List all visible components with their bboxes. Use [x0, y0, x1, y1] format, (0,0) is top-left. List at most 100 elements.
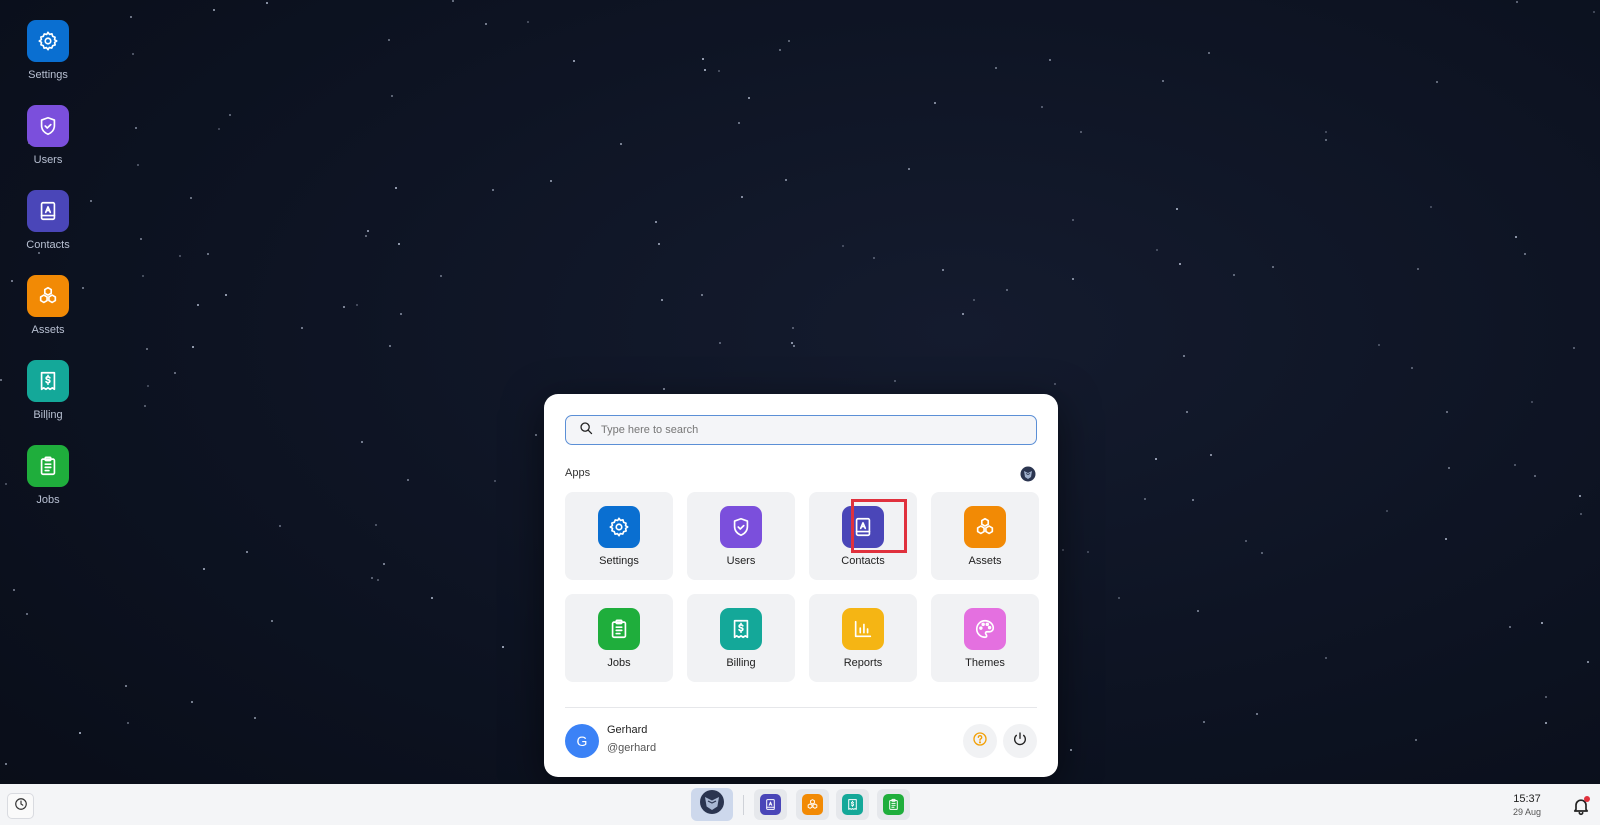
search-input[interactable]	[601, 424, 1021, 436]
star	[388, 39, 390, 41]
star	[702, 58, 704, 60]
shield-check-icon	[720, 506, 762, 548]
search-box[interactable]	[565, 415, 1037, 445]
star	[1446, 411, 1448, 413]
star	[1156, 249, 1158, 251]
star	[1411, 367, 1413, 369]
star	[383, 563, 385, 565]
star	[973, 299, 975, 301]
star	[254, 717, 256, 719]
star	[1197, 610, 1199, 612]
help-button[interactable]	[963, 724, 997, 758]
star	[494, 480, 496, 482]
star	[389, 345, 391, 347]
taskbar-app-billing[interactable]	[836, 789, 869, 820]
star	[527, 21, 529, 23]
contact-book-icon	[27, 190, 69, 232]
desktop-icon-assets[interactable]: Assets	[0, 275, 96, 336]
star	[452, 0, 454, 2]
app-label: Assets	[968, 555, 1002, 567]
star	[371, 577, 373, 579]
star	[343, 306, 345, 308]
avatar[interactable]: G	[565, 724, 599, 758]
desktop-icon-settings[interactable]: Settings	[0, 20, 96, 81]
taskbar-time[interactable]: 15:37	[1500, 793, 1554, 805]
star	[738, 122, 740, 124]
star	[1325, 139, 1327, 141]
power-button[interactable]	[1003, 724, 1037, 758]
clock-button[interactable]	[7, 793, 34, 819]
star	[1386, 510, 1388, 512]
star	[842, 245, 844, 247]
app-label: Reports	[843, 657, 883, 669]
desktop-icon-jobs[interactable]: Jobs	[0, 445, 96, 506]
app-jobs[interactable]: Jobs	[565, 594, 673, 682]
app-contacts[interactable]: Contacts	[809, 492, 917, 580]
app-label: Users	[726, 555, 756, 567]
star	[1210, 454, 1212, 456]
desktop-icon-users[interactable]: Users	[0, 105, 96, 166]
star	[431, 597, 433, 599]
star	[367, 230, 369, 232]
star	[1515, 236, 1517, 238]
star	[1080, 131, 1082, 133]
star	[1208, 52, 1210, 54]
star	[741, 196, 743, 198]
app-billing[interactable]: Billing	[687, 594, 795, 682]
taskbar-date[interactable]: 29 Aug	[1500, 807, 1554, 817]
star	[279, 525, 281, 527]
taskbar-app-jobs[interactable]	[877, 789, 910, 820]
star	[1144, 498, 1146, 500]
star	[1436, 81, 1438, 83]
star	[377, 579, 379, 581]
star	[1245, 540, 1247, 542]
taskbar-separator	[743, 795, 744, 815]
star	[748, 97, 750, 99]
app-label: Contacts	[841, 555, 885, 567]
star	[266, 2, 268, 4]
clipboard-list-icon	[27, 445, 69, 487]
star	[1179, 263, 1181, 265]
desktop-icon-label: Settings	[28, 69, 68, 81]
star	[301, 327, 303, 329]
user-name: Gerhard	[607, 724, 648, 736]
app-reports[interactable]: Reports	[809, 594, 917, 682]
star	[492, 189, 494, 191]
star	[147, 385, 149, 387]
star	[704, 69, 706, 71]
star	[1545, 722, 1547, 724]
start-menu: Apps Settings Users Contacts Assets Jobs…	[544, 394, 1058, 777]
star	[1155, 458, 1157, 460]
contact-book-icon	[760, 794, 781, 815]
star	[535, 434, 537, 436]
start-button[interactable]	[691, 788, 733, 821]
desktop-icon-label: Jobs	[36, 494, 60, 506]
star	[1272, 266, 1274, 268]
star	[1587, 661, 1589, 663]
star	[1417, 268, 1419, 270]
taskbar-app-contacts[interactable]	[754, 789, 787, 820]
star	[1072, 278, 1074, 280]
cubes-icon	[802, 794, 823, 815]
app-users[interactable]: Users	[687, 492, 795, 580]
app-themes[interactable]: Themes	[931, 594, 1039, 682]
desktop-icon-contacts[interactable]: Contacts	[0, 190, 96, 251]
star	[407, 479, 409, 481]
app-assets[interactable]: Assets	[931, 492, 1039, 580]
apps-section-label: Apps	[565, 467, 591, 479]
desktop-icon-label: Assets	[31, 324, 65, 336]
app-settings[interactable]: Settings	[565, 492, 673, 580]
star	[1192, 499, 1194, 501]
star	[440, 275, 442, 277]
app-label: Jobs	[607, 657, 631, 669]
star	[1448, 467, 1450, 469]
taskbar-app-assets[interactable]	[796, 789, 829, 820]
star	[1261, 552, 1263, 554]
app-label: Billing	[726, 657, 756, 669]
star	[137, 164, 139, 166]
star	[375, 524, 377, 526]
star	[1087, 551, 1089, 553]
star	[1445, 538, 1447, 540]
desktop-icon-billing[interactable]: Billing	[0, 360, 96, 421]
star	[1509, 626, 1511, 628]
